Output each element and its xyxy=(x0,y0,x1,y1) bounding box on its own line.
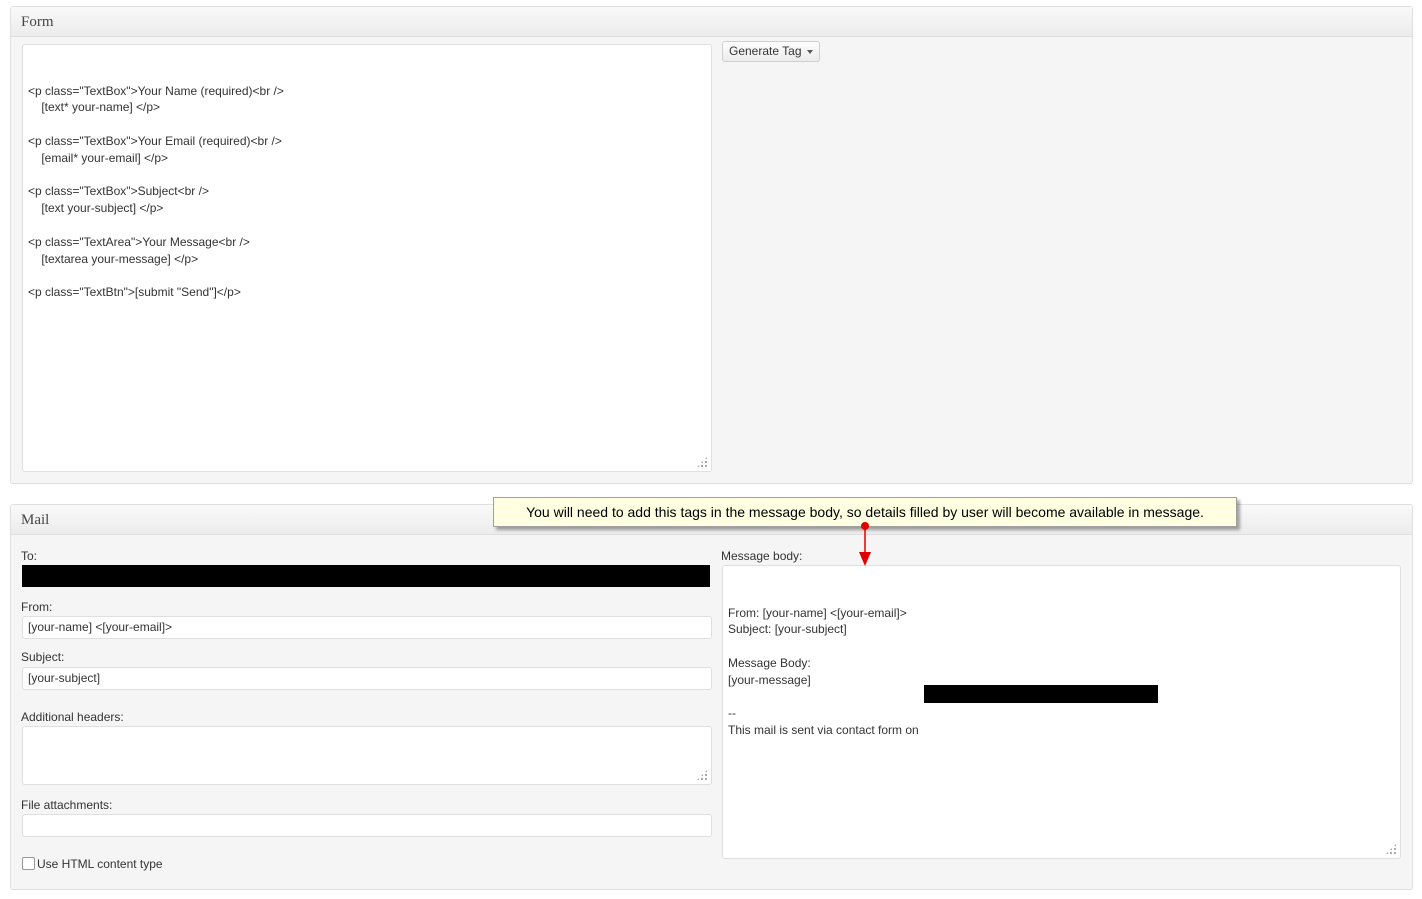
html-content-checkbox[interactable] xyxy=(22,857,35,870)
to-label: To: xyxy=(21,549,38,563)
file-attachments-field[interactable] xyxy=(22,814,712,837)
form-panel-title: Form xyxy=(21,14,54,30)
additional-headers-textarea[interactable] xyxy=(22,726,712,785)
message-body-label: Message body: xyxy=(721,549,803,563)
resize-grip-icon[interactable] xyxy=(696,456,708,468)
generate-tag-button[interactable]: Generate Tag xyxy=(722,41,820,62)
to-field-redacted[interactable] xyxy=(22,565,710,587)
message-body-line: Subject: [your-subject] xyxy=(728,622,847,637)
form-code-line xyxy=(28,267,706,284)
form-code-line: <p class="TextArea">Your Message<br /> xyxy=(28,234,250,249)
html-content-label[interactable]: Use HTML content type xyxy=(37,857,163,871)
message-body-line: From: [your-name] <[your-email]> xyxy=(728,605,907,620)
message-body-lines: From: [your-name] <[your-email]> Subject:… xyxy=(728,605,1395,739)
message-body-line: -- xyxy=(728,706,736,721)
chevron-down-icon xyxy=(806,49,813,54)
message-body-line: This mail is sent via contact form on xyxy=(728,723,919,738)
file-attachments-label: File attachments: xyxy=(21,798,113,812)
message-body-line: Message Body: xyxy=(728,655,811,670)
form-code-line xyxy=(28,217,706,234)
from-label: From: xyxy=(21,600,53,614)
form-code-line: [email* your-email] </p> xyxy=(28,150,169,165)
form-code-line: <p class="TextBtn">[submit "Send"]</p> xyxy=(28,285,241,300)
form-code-line: [text* your-name] </p> xyxy=(28,100,161,115)
form-code-line xyxy=(28,116,706,133)
red-arrow-icon xyxy=(859,522,871,566)
form-panel: Form <p class="TextBox">Your Name (requi… xyxy=(10,6,1413,484)
form-code-lines: <p class="TextBox">Your Name (required)<… xyxy=(28,83,706,301)
additional-headers-label: Additional headers: xyxy=(21,710,124,724)
form-panel-header: Form xyxy=(11,7,1412,37)
resize-grip-icon[interactable] xyxy=(1385,843,1397,855)
generate-tag-label: Generate Tag xyxy=(729,44,802,58)
message-body-line xyxy=(728,638,1395,655)
subject-field[interactable]: [your-subject] xyxy=(22,667,712,690)
form-code-line: <p class="TextBox">Subject<br /> xyxy=(28,184,209,199)
form-code-line: [textarea your-message] </p> xyxy=(28,251,199,266)
form-code-line: <p class="TextBox">Your Name (required)<… xyxy=(28,83,284,98)
from-field[interactable]: [your-name] <[your-email]> xyxy=(22,616,712,639)
subject-label: Subject: xyxy=(21,650,65,664)
resize-grip-icon[interactable] xyxy=(696,769,708,781)
form-code-line: [text your-subject] </p> xyxy=(28,201,164,216)
mail-panel: Mail To: From: [your-name] <[your-email]… xyxy=(10,504,1413,890)
form-code-line: <p class="TextBox">Your Email (required)… xyxy=(28,133,282,148)
site-url-redacted xyxy=(924,685,1158,703)
form-code-line xyxy=(28,167,706,184)
message-body-textarea[interactable]: From: [your-name] <[your-email]> Subject:… xyxy=(722,565,1401,859)
form-code-editor[interactable]: <p class="TextBox">Your Name (required)<… xyxy=(22,44,712,472)
